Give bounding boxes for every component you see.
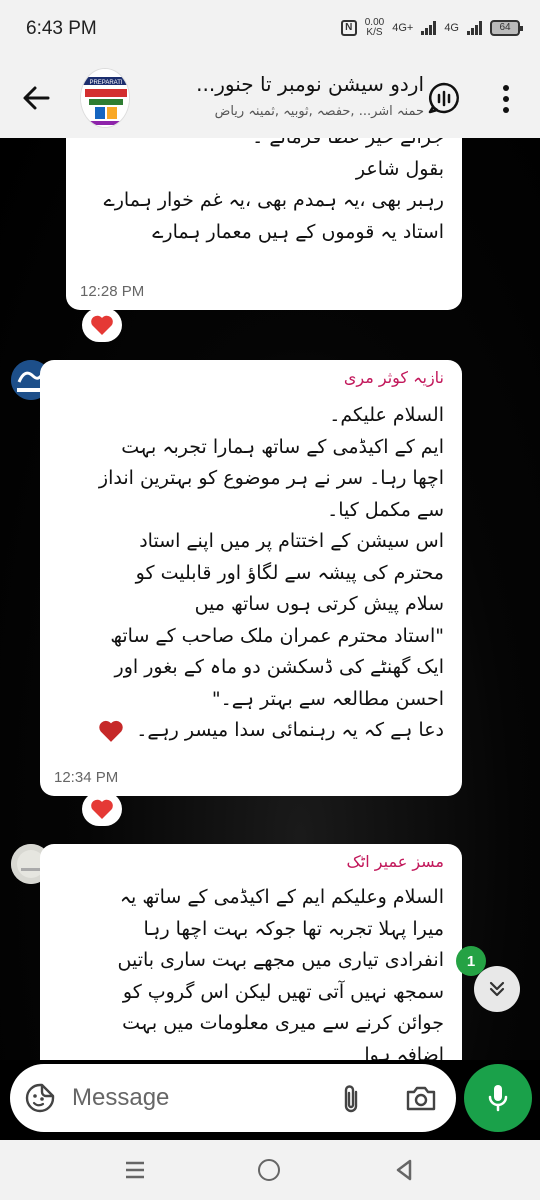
scroll-to-bottom-button[interactable] [474,966,520,1012]
sticker-emoji-icon [25,1083,55,1113]
message-line: دعا ہے کہ یہ رہنمائی سدا میسر رہے۔ [136,719,444,741]
message-line: محترم کی پیشہ سے لگاؤ اور قابلیت کو [135,561,444,584]
microphone-icon [488,1085,508,1112]
reaction-badge[interactable] [82,792,122,826]
more-options-button[interactable] [494,82,518,116]
message-text: السلام وعلیکم ایم کے اکیڈمی کے ساتھ یہ م… [58,882,444,1060]
message-bubble[interactable]: نازیہ کوثر مری السلام علیکم۔ ایم کے اکیڈ… [40,360,462,796]
network-type-2: 4G [444,22,459,34]
message-line: "استاد محترم عمران ملک صاحب کے ساتھ [110,624,444,647]
voice-message-button[interactable] [464,1064,532,1132]
message-input-pill [10,1064,456,1132]
message-line: اضافہ ہوا [364,1043,444,1061]
more-vert-icon [503,85,509,113]
group-members[interactable]: حمنہ اشر... ,حفصہ ,ثوبیہ ,ثمینہ ریاض [215,104,424,119]
signal-icon-2 [467,21,482,35]
group-avatar[interactable]: PREPARATI [80,68,130,128]
paperclip-icon [344,1085,358,1113]
message-line: جزائے خیر عطا فرمائے ۔ [84,138,444,154]
voice-chat-icon [428,82,459,114]
message-line: سے مکمل کیا۔ [327,498,444,521]
message-line: ایک گھنٹے کی ڈسکشن دو ماہ کے بغور اور [114,656,444,678]
status-bar: 6:43 PM N 0.00 K/S 4G+ 4G 64 [0,0,540,60]
nfc-icon: N [340,20,357,36]
message-text: جزائے خیر عطا فرمائے ۔ بقول شاعر رہبر بھ… [84,138,444,248]
menu-icon [126,1161,144,1179]
unread-count-badge: 1 [456,946,486,976]
message-line: جوائن کرنے سے میری معلومات میں بہت [122,1012,444,1034]
message-bubble[interactable]: جزائے خیر عطا فرمائے ۔ بقول شاعر رہبر بھ… [66,138,462,310]
heart-icon [91,315,113,335]
home-button[interactable] [258,1159,280,1181]
message-line-with-emoji: دعا ہے کہ یہ رہنمائی سدا میسر رہے۔ [58,715,444,747]
message-line: السلام علیکم۔ [329,404,444,426]
message-line: السلام وعلیکم ایم کے اکیڈمی کے ساتھ یہ [119,886,444,908]
message-line: بقول شاعر [355,157,444,180]
back-button[interactable] [18,80,54,116]
message-line: اچھا رہا۔ سر نے ہر موضوع کو بہترین انداز [98,467,444,489]
chat-area[interactable]: جزائے خیر عطا فرمائے ۔ بقول شاعر رہبر بھ… [0,138,540,1060]
chevrons-down-icon [489,981,505,997]
arrow-left-icon [23,86,50,110]
avatar-text: PREPARATI [89,80,122,86]
message-bubble[interactable]: مسز عمیر اٹک السلام وعلیکم ایم کے اکیڈمی… [40,844,462,1060]
message-time: 12:28 PM [80,283,145,300]
status-icons: N 0.00 K/S 4G+ 4G 64 [340,18,523,38]
message-line: ایم کے اکیڈمی کے ساتھ ہمارا تجربہ بہت [121,435,444,458]
recent-apps-button[interactable] [124,1160,146,1180]
message-line: انفرادی تیاری میں مجھے بہت ساری باتیں [117,949,444,971]
message-time: 12:34 PM [54,769,119,786]
camera-icon [406,1086,436,1111]
message-line: سمجھ نہیں آتی تھیں لیکن اس گروپ کو [122,980,444,1003]
system-nav-bar [0,1140,540,1200]
group-title[interactable]: اردو سیشن نومبر تا جنور... [196,72,424,96]
message-line: رہبر بھی ،یہ ہمدم بھی ،یہ غم خوار ہمارے [103,189,444,211]
battery-icon: 64 [490,20,523,36]
message-line: استاد یہ قوموں کے ہیں معمار ہمارے [152,220,444,243]
emoji-button[interactable] [24,1082,56,1114]
message-line: سلام پیش کرتی ہوں ساتھ میں [194,593,444,615]
triangle-back-icon [396,1159,412,1181]
message-text: السلام علیکم۔ ایم کے اکیڈمی کے ساتھ ہمار… [58,400,444,747]
status-time: 6:43 PM [26,18,97,39]
chat-header: PREPARATI اردو سیشن نومبر تا جنور... حمن… [0,60,540,138]
speed-unit: K/S [366,27,383,38]
camera-button[interactable] [404,1082,438,1114]
network-speed: 0.00 K/S [365,18,384,38]
sender-name[interactable]: مسز عمیر اٹک [346,852,444,871]
attach-button[interactable] [336,1082,366,1116]
message-line: اس سیشن کے اختتام پر میں اپنے استاد [139,530,444,552]
network-type-1: 4G+ [392,22,414,34]
message-composer [0,1060,540,1140]
message-line: احسن مطالعہ سے بہتر ہے۔" [211,687,444,710]
voice-chat-button[interactable] [426,80,462,116]
reaction-badge[interactable] [82,308,122,342]
message-input[interactable] [72,1080,322,1116]
group-avatar-image: PREPARATI [81,69,129,127]
system-back-button[interactable] [394,1158,414,1182]
sender-name[interactable]: نازیہ کوثر مری [344,368,444,387]
heart-icon [91,799,113,819]
signal-icon-1 [421,21,437,35]
message-line: میرا پہلا تجربہ تھا جوکہ بہت اچھا رہا [143,917,444,940]
heart-emoji-icon [99,720,123,742]
